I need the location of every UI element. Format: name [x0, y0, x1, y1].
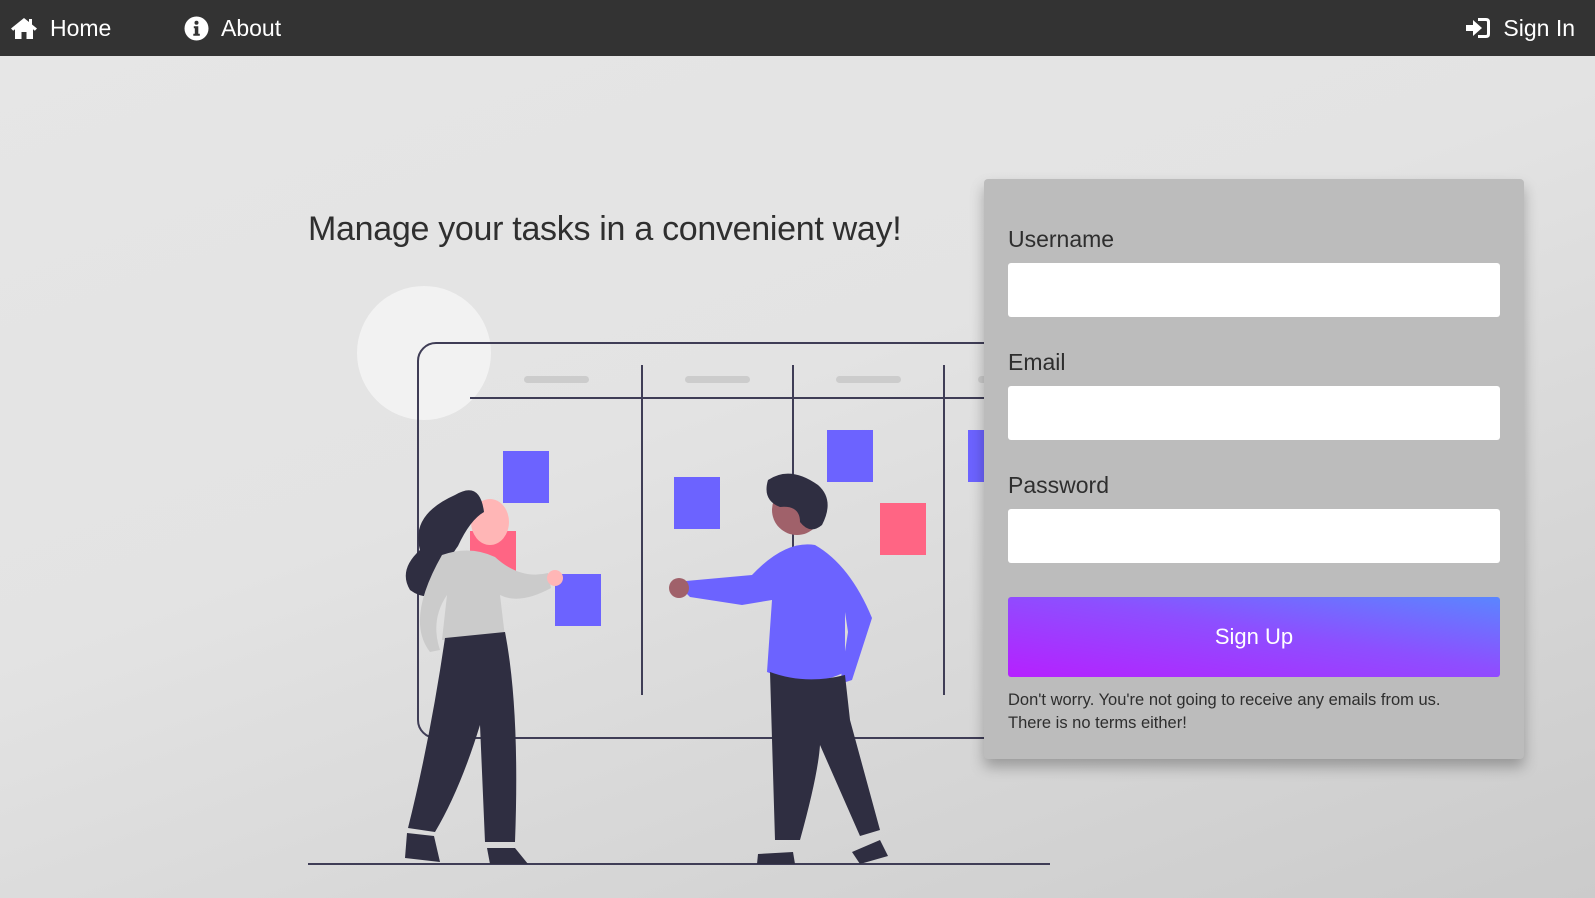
sticky-note: [827, 430, 873, 482]
sign-up-button[interactable]: Sign Up: [1008, 597, 1500, 677]
signup-form-card: Username Email Password Sign Up Don't wo…: [984, 179, 1524, 759]
disclaimer-text: Don't worry. You're not going to receive…: [1008, 689, 1500, 735]
task-board-illustration: [308, 286, 1050, 865]
home-icon: [10, 16, 38, 40]
nav-signin-link[interactable]: Sign In: [1465, 0, 1575, 56]
sticky-note: [880, 503, 926, 555]
username-label: Username: [1008, 226, 1115, 252]
decorative-circle: [357, 286, 491, 420]
email-label: Email: [1008, 349, 1066, 375]
nav-home-link[interactable]: Home: [10, 0, 111, 56]
nav-about-link[interactable]: About: [184, 0, 281, 56]
password-input[interactable]: [1008, 509, 1500, 563]
nav-signin-label: Sign In: [1503, 14, 1575, 41]
nav-home-label: Home: [50, 14, 112, 41]
top-navbar: Home About Sign In: [0, 0, 1595, 56]
email-input[interactable]: [1008, 386, 1500, 440]
sticky-note: [674, 477, 720, 529]
password-label: Password: [1008, 472, 1109, 498]
hero-title: Manage your tasks in a convenient way!: [308, 210, 902, 248]
man-figure: [669, 473, 888, 864]
info-icon: [184, 16, 209, 41]
disclaimer-line: There is no terms either!: [1008, 714, 1187, 732]
sign-in-icon: [1465, 17, 1491, 39]
nav-about-label: About: [221, 14, 282, 41]
username-input[interactable]: [1008, 263, 1500, 317]
sticky-note: [503, 451, 549, 503]
disclaimer-line: Don't worry. You're not going to receive…: [1008, 691, 1441, 709]
